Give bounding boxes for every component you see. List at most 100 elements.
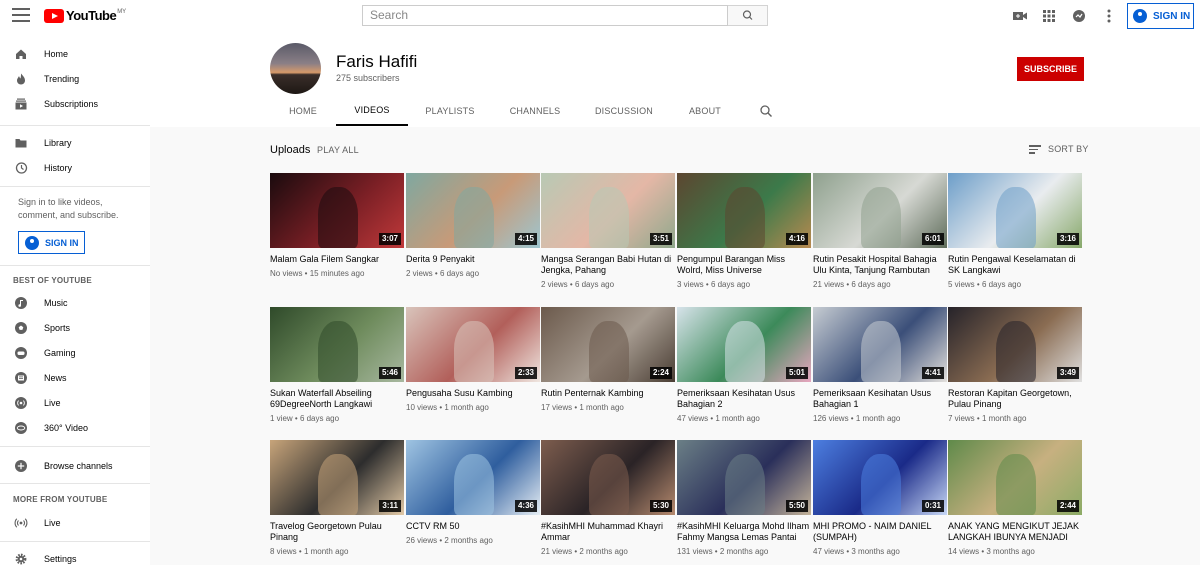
view-count: 2 views (541, 280, 568, 289)
video-title[interactable]: Mangsa Serangan Babi Hutan di Jengka, Pa… (541, 254, 675, 276)
video-metadata: 26 views • 2 months ago (406, 536, 540, 545)
video-thumbnail[interactable]: 3:49 (948, 307, 1082, 382)
play-all-button[interactable]: PLAY ALL (317, 145, 359, 155)
video-thumbnail[interactable]: 5:46 (270, 307, 404, 382)
search-button[interactable] (728, 5, 768, 26)
video-title[interactable]: Sukan Waterfall Abseiling 69DegreeNorth … (270, 388, 404, 410)
video-card[interactable]: 3:51 Mangsa Serangan Babi Hutan di Jengka… (541, 173, 675, 289)
video-title[interactable]: Travelog Georgetown Pulau Pinang (270, 521, 404, 543)
sidebar-item-gaming[interactable]: Gaming (0, 340, 150, 365)
channel-avatar[interactable] (270, 43, 321, 94)
video-card[interactable]: 5:01 Pemeriksaan Kesihatan Usus Bahagian … (677, 307, 811, 423)
video-title[interactable]: Restoran Kapitan Georgetown, Pulau Pinan… (948, 388, 1082, 410)
video-thumbnail[interactable]: 3:51 (541, 173, 675, 248)
apps-icon[interactable] (1040, 7, 1058, 25)
video-thumbnail[interactable]: 0:31 (813, 440, 947, 515)
video-thumbnail[interactable]: 4:41 (813, 307, 947, 382)
sidebar-item-news[interactable]: News (0, 365, 150, 390)
video-card[interactable]: 2:44 ANAK YANG MENGIKUT JEJAK LANGKAH IBU… (948, 440, 1082, 556)
video-card[interactable]: 3:16 Rutin Pengawal Keselamatan di SK Lan… (948, 173, 1082, 289)
menu-icon[interactable] (12, 8, 30, 22)
sidebar-item-browse-channels[interactable]: Browse channels (0, 453, 150, 478)
video-thumbnail[interactable]: 5:50 (677, 440, 811, 515)
video-thumbnail[interactable]: 4:15 (406, 173, 540, 248)
sidebar-item-home[interactable]: Home (0, 41, 150, 66)
sidebar-sign-in-button[interactable]: SIGN IN (18, 231, 85, 254)
video-card[interactable]: 5:46 Sukan Waterfall Abseiling 69DegreeNo… (270, 307, 404, 423)
sidebar-item-subscriptions[interactable]: Subscriptions (0, 91, 150, 116)
tab-videos[interactable]: VIDEOS (336, 96, 408, 126)
metadata-separator: • (712, 547, 720, 556)
video-title[interactable]: Pemeriksaan Kesihatan Usus Bahagian 2 (677, 388, 811, 410)
video-card[interactable]: 2:33 Pengusaha Susu Kambing 10 views • 1 m… (406, 307, 540, 412)
video-card[interactable]: 4:15 Derita 9 Penyakit 2 views • 6 days ag… (406, 173, 540, 278)
video-card[interactable]: 6:01 Rutin Pesakit Hospital Bahagia Ulu K… (813, 173, 947, 289)
video-card[interactable]: 0:31 MHI PROMO - NAIM DANIEL (SUMPAH) 47 v… (813, 440, 947, 556)
channel-search-icon[interactable] (756, 96, 776, 126)
video-thumbnail[interactable]: 2:33 (406, 307, 540, 382)
video-metadata: 10 views • 1 month ago (406, 403, 540, 412)
video-title[interactable]: Pemeriksaan Kesihatan Usus Bahagian 1 (813, 388, 947, 410)
uploads-title[interactable]: Uploads (270, 144, 310, 156)
more-icon[interactable] (1100, 7, 1118, 25)
sidebar-item-360-video[interactable]: 360° Video (0, 415, 150, 440)
video-thumbnail[interactable]: 4:16 (677, 173, 811, 248)
tab-channels[interactable]: CHANNELS (502, 96, 568, 126)
video-card[interactable]: 3:49 Restoran Kapitan Georgetown, Pulau P… (948, 307, 1082, 423)
logo-text: YouTube (66, 8, 117, 23)
video-card[interactable]: 3:11 Travelog Georgetown Pulau Pinang 8 vi… (270, 440, 404, 556)
sort-by-button[interactable]: SORT BY (1029, 143, 1089, 156)
sidebar-item-live[interactable]: Live (0, 390, 150, 415)
video-title[interactable]: Rutin Pengawal Keselamatan di SK Langkaw… (948, 254, 1082, 276)
sign-in-button[interactable]: SIGN IN (1127, 3, 1194, 29)
video-thumbnail[interactable]: 5:01 (677, 307, 811, 382)
video-thumbnail[interactable]: 2:24 (541, 307, 675, 382)
sidebar-item-trending[interactable]: Trending (0, 66, 150, 91)
tab-discussion[interactable]: DISCUSSION (590, 96, 658, 126)
video-thumbnail[interactable]: 2:44 (948, 440, 1082, 515)
video-card[interactable]: 4:41 Pemeriksaan Kesihatan Usus Bahagian … (813, 307, 947, 423)
create-video-icon[interactable] (1011, 7, 1029, 25)
video-title[interactable]: Rutin Pesakit Hospital Bahagia Ulu Kinta… (813, 254, 947, 276)
upload-age: 1 month ago (303, 547, 349, 556)
video-title[interactable]: Malam Gala Filem Sangkar (270, 254, 404, 265)
sidebar-item-more-live[interactable]: Live (0, 510, 150, 535)
sidebar-label-gaming: Gaming (44, 347, 76, 358)
sidebar-item-settings[interactable]: Settings (0, 546, 150, 565)
search-input[interactable]: Search (362, 5, 728, 26)
sidebar-item-music[interactable]: Music (0, 290, 150, 315)
video-thumbnail[interactable]: 4:36 (406, 440, 540, 515)
masthead: YouTube MY Search SIGN IN (0, 0, 1200, 32)
video-title[interactable]: Derita 9 Penyakit (406, 254, 540, 265)
sidebar-item-library[interactable]: Library (0, 130, 150, 155)
video-thumbnail[interactable]: 3:16 (948, 173, 1082, 248)
tab-about[interactable]: ABOUT (680, 96, 730, 126)
video-title[interactable]: CCTV RM 50 (406, 521, 540, 532)
messages-icon[interactable] (1070, 7, 1088, 25)
video-card[interactable]: 4:36 CCTV RM 50 26 views • 2 months ago (406, 440, 540, 545)
video-card[interactable]: 2:24 Rutin Penternak Kambing 17 views • 1 … (541, 307, 675, 412)
video-title[interactable]: MHI PROMO - NAIM DANIEL (SUMPAH) (813, 521, 947, 543)
video-title[interactable]: Pengusaha Susu Kambing (406, 388, 540, 399)
subscribe-button[interactable]: SUBSCRIBE (1017, 57, 1084, 81)
sidebar-item-history[interactable]: History (0, 155, 150, 180)
video-title[interactable]: #KasihMHI Keluarga Mohd Ilham Fahmy Mang… (677, 521, 811, 543)
video-thumbnail[interactable]: 6:01 (813, 173, 947, 248)
video-card[interactable]: 3:07 Malam Gala Filem Sangkar No views • 1… (270, 173, 404, 278)
video-title[interactable]: Pengumpul Barangan Miss Wolrd, Miss Univ… (677, 254, 811, 276)
video-card[interactable]: 4:16 Pengumpul Barangan Miss Wolrd, Miss … (677, 173, 811, 289)
thumbnail-figure (861, 320, 902, 382)
video-thumbnail[interactable]: 3:07 (270, 173, 404, 248)
upload-age: 15 minutes ago (309, 269, 365, 278)
tab-playlists[interactable]: PLAYLISTS (418, 96, 482, 126)
video-card[interactable]: 5:50 #KasihMHI Keluarga Mohd Ilham Fahmy … (677, 440, 811, 556)
video-title[interactable]: #KasihMHI Muhammad Khayri Ammar (541, 521, 675, 543)
tab-home[interactable]: HOME (280, 96, 326, 126)
sidebar-item-sports[interactable]: Sports (0, 315, 150, 340)
video-thumbnail[interactable]: 5:30 (541, 440, 675, 515)
video-title[interactable]: ANAK YANG MENGIKUT JEJAK LANGKAH IBUNYA … (948, 521, 1082, 543)
youtube-logo[interactable]: YouTube MY (44, 9, 126, 23)
video-thumbnail[interactable]: 3:11 (270, 440, 404, 515)
video-title[interactable]: Rutin Penternak Kambing (541, 388, 675, 399)
video-card[interactable]: 5:30 #KasihMHI Muhammad Khayri Ammar 21 vi… (541, 440, 675, 556)
